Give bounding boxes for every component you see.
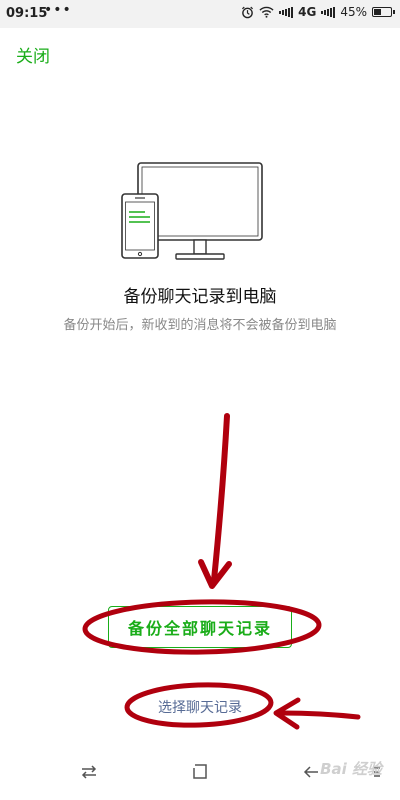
status-bar: 09:15 ••• 4G 45%: [0, 0, 400, 28]
phone-computer-illustration: [121, 162, 263, 260]
signal-icon-secondary: [321, 6, 336, 18]
battery-icon: [372, 7, 395, 17]
close-button[interactable]: 关闭: [16, 42, 50, 67]
signal-icon: [279, 6, 294, 18]
battery-percent: 45%: [340, 5, 367, 19]
back-arrow-icon[interactable]: [302, 764, 320, 785]
status-time: 09:15: [6, 6, 48, 21]
annotation-overlay: [82, 413, 361, 730]
phone-icon: [121, 193, 159, 259]
annotation-arrow-down: [211, 413, 230, 583]
network-type: 4G: [298, 5, 317, 19]
annotation-arrowhead-down: [198, 559, 232, 589]
switch-icon[interactable]: [80, 764, 98, 785]
baidu-watermark: Bai 经验: [320, 760, 382, 778]
home-square-icon[interactable]: [192, 764, 208, 785]
backup-all-button[interactable]: 备份全部聊天记录: [108, 606, 292, 648]
status-icons: 4G 45%: [241, 5, 395, 19]
page-title: 备份聊天记录到电脑: [123, 287, 277, 307]
select-chats-link[interactable]: 选择聊天记录: [0, 697, 400, 717]
alarm-icon: [241, 6, 254, 19]
wifi-icon: [259, 6, 274, 18]
page-subtitle: 备份开始后，新收到的消息将不会被备份到电脑: [63, 318, 337, 333]
battery-fill: [374, 9, 381, 15]
more-notifications-icon: •••: [44, 2, 72, 18]
